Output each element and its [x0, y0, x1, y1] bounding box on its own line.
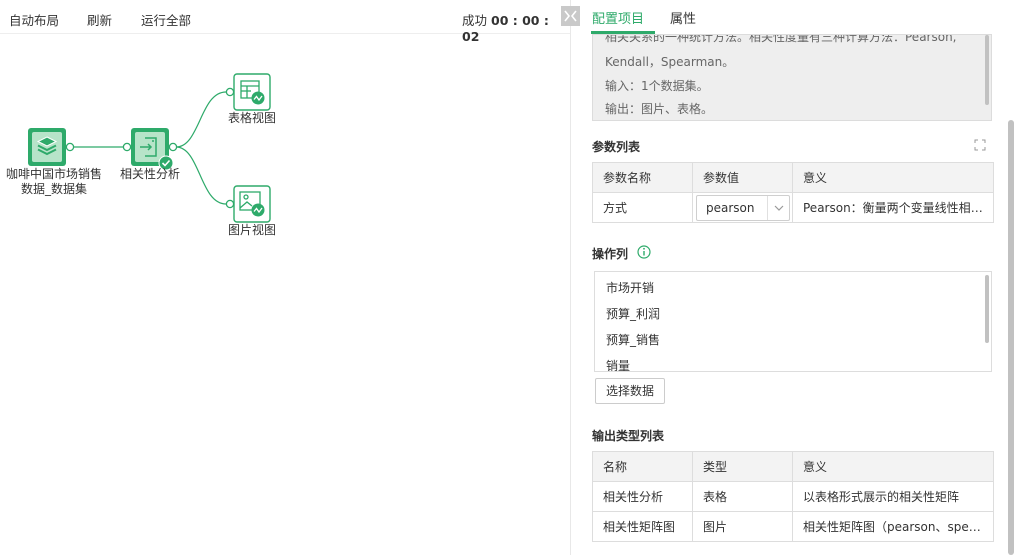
tab-properties[interactable]: 属性 — [670, 8, 696, 27]
table-row: 相关性矩阵图 图片 相关性矩阵图（pearson、spearm... — [592, 511, 994, 542]
columns-list: 市场开销 预算_利润 预算_销售 销量 — [594, 271, 992, 372]
method-select[interactable]: pearson — [696, 194, 790, 221]
refresh-button[interactable]: 刷新 — [87, 10, 112, 29]
output-type: 表格 — [692, 481, 793, 512]
run-all-button[interactable]: 运行全部 — [141, 10, 191, 29]
description-line-4: 输出：图片、表格。 — [605, 102, 714, 116]
toolbar: 自动布局 刷新 运行全部 成功 00 : 00 : 02 — [0, 0, 570, 44]
list-item[interactable]: 销量 — [606, 357, 630, 371]
dataset-node[interactable] — [25, 126, 85, 170]
panel-tabs: 配置项目 属性 — [571, 0, 1015, 34]
flow-diagram: 咖啡中国市场销售 数据_数据集 相关性分析 表格视图 图片视图 — [0, 34, 570, 555]
outputs-header-type: 类型 — [692, 451, 793, 482]
method-select-value: pearson — [706, 200, 755, 215]
columns-title: 操作列 — [592, 247, 629, 261]
table-view-node-label: 表格视图 — [227, 111, 276, 125]
select-data-button[interactable]: 选择数据 — [595, 378, 665, 404]
list-item[interactable]: 预算_销售 — [606, 331, 660, 348]
collapse-panel-button[interactable] — [561, 6, 580, 26]
output-name: 相关性矩阵图 — [592, 511, 693, 542]
info-icon[interactable] — [637, 245, 651, 259]
image-view-node-label: 图片视图 — [227, 223, 276, 237]
param-value-cell: pearson — [692, 192, 793, 223]
correlation-node-label: 相关性分析 — [119, 167, 180, 181]
params-header-name: 参数名称 — [592, 162, 693, 193]
param-name: 方式 — [592, 192, 693, 223]
outputs-header-name: 名称 — [592, 451, 693, 482]
flow-canvas-area: 自动布局 刷新 运行全部 成功 00 : 00 : 02 咖啡中国市场销售 数据… — [0, 0, 570, 555]
config-panel: 配置项目 属性 相关关系的一种统计方法。相关性度量有三种计算方法：Pearson… — [570, 0, 1015, 555]
collapse-icon — [564, 10, 577, 22]
params-title: 参数列表 — [592, 140, 641, 154]
dataset-label-line1: 咖啡中国市场销售 — [5, 167, 102, 181]
dataset-output-port — [65, 142, 75, 152]
dataset-label-line2: 数据_数据集 — [20, 182, 87, 196]
output-meaning: 以表格形式展示的相关性矩阵 — [792, 481, 994, 512]
table-view-input-port — [225, 87, 235, 97]
auto-layout-button[interactable]: 自动布局 — [9, 10, 59, 29]
output-name: 相关性分析 — [592, 481, 693, 512]
list-item[interactable]: 预算_利润 — [606, 305, 660, 322]
columns-list-scrollbar[interactable] — [985, 275, 989, 343]
description-line-2: Kendall，Spearman。 — [605, 55, 735, 69]
output-type: 图片 — [692, 511, 793, 542]
correlation-output-port — [168, 142, 178, 152]
image-view-input-port — [225, 199, 235, 209]
param-meaning: Pearson：衡量两个变量线性相关... — [792, 192, 994, 223]
table-row: 方式 pearson Pearson：衡量两个变量线性相关... — [592, 192, 994, 223]
outputs-header-meaning: 意义 — [792, 451, 994, 482]
params-table: 参数名称 参数值 意义 方式 pearson Pearson：衡量两个变量线性相… — [592, 162, 994, 223]
description-line-1: 相关关系的一种统计方法。相关性度量有三种计算方法：Pearson, — [605, 34, 957, 44]
description-line-3: 输入：1个数据集。 — [605, 79, 709, 93]
description-scrollbar[interactable] — [985, 35, 989, 105]
description-box: 相关关系的一种统计方法。相关性度量有三种计算方法：Pearson, Kendal… — [592, 34, 992, 121]
table-view-node[interactable] — [224, 72, 274, 114]
correlation-node[interactable] — [122, 126, 182, 172]
outputs-header-row: 名称 类型 意义 — [592, 451, 994, 482]
dataset-node-label: 咖啡中国市场销售 数据_数据集 — [4, 167, 104, 197]
list-item[interactable]: 市场开销 — [606, 279, 654, 296]
expand-icon[interactable] — [974, 139, 986, 151]
params-header-value: 参数值 — [692, 162, 793, 193]
chevron-down-icon — [767, 195, 789, 220]
params-header-meaning: 意义 — [792, 162, 994, 193]
params-header-row: 参数名称 参数值 意义 — [592, 162, 994, 193]
panel-scrollbar[interactable] — [1008, 120, 1014, 555]
outputs-title: 输出类型列表 — [592, 429, 665, 443]
table-row: 相关性分析 表格 以表格形式展示的相关性矩阵 — [592, 481, 994, 512]
output-meaning: 相关性矩阵图（pearson、spearm... — [792, 511, 994, 542]
outputs-table: 名称 类型 意义 相关性分析 表格 以表格形式展示的相关性矩阵 相关性矩阵图 图… — [592, 451, 994, 542]
correlation-input-port — [122, 142, 132, 152]
image-view-node[interactable] — [224, 184, 274, 226]
run-status-label: 成功 — [462, 13, 488, 28]
tab-config[interactable]: 配置项目 — [592, 8, 644, 27]
